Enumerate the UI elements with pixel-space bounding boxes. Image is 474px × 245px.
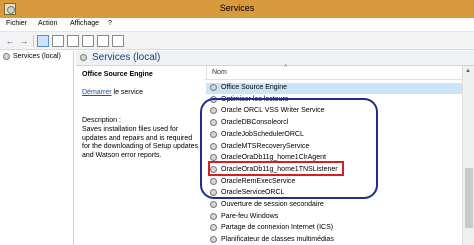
service-row[interactable]: Office Source Engine: [206, 83, 462, 94]
window-title: Services: [219, 3, 255, 13]
title-bar: Services: [0, 0, 474, 18]
forward-arrow-icon[interactable]: →: [18, 35, 30, 47]
console-tree-icon[interactable]: [37, 35, 49, 47]
extended-view-icon[interactable]: [112, 35, 124, 47]
service-row[interactable]: OracleJobSchedulerORCL: [206, 130, 462, 141]
service-row[interactable]: Oracle ORCL VSS Writer Service: [206, 106, 462, 117]
service-row[interactable]: OracleOraDb11g_home1ClrAgent: [206, 153, 462, 164]
service-row[interactable]: Pare-feu Windows: [206, 212, 462, 223]
gear-icon: [210, 107, 217, 115]
services-list: ˄ Nom Office Source Engine Optimiser les …: [204, 64, 462, 245]
service-name: Optimiser les lecteurs: [221, 95, 289, 103]
service-row[interactable]: OracleOraDb11g_home1TNSListener: [206, 165, 462, 176]
services-header: Services (local): [76, 51, 474, 66]
menu-action[interactable]: Action: [38, 20, 57, 27]
gear-icon: [210, 236, 217, 244]
gear-icon: [210, 177, 217, 185]
sort-up-icon: ˄: [284, 64, 288, 70]
selected-service-name: Office Source Engine: [82, 71, 153, 78]
service-name: Oracle ORCL VSS Writer Service: [221, 107, 325, 115]
service-row[interactable]: OracleMTSRecoveryService: [206, 142, 462, 153]
service-row[interactable]: OracleServiceORCL: [206, 188, 462, 199]
gear-icon: [80, 54, 87, 61]
console-view-icon[interactable]: [52, 35, 64, 47]
gear-icon: [210, 165, 217, 173]
service-name: OracleMTSRecoveryService: [221, 142, 310, 150]
console-tree: Services (local): [0, 51, 74, 245]
scrollbar-thumb[interactable]: [465, 168, 473, 228]
service-name: Office Source Engine: [221, 84, 288, 91]
service-name: OracleJobSchedulerORCL: [221, 130, 304, 138]
gear-icon: [210, 224, 217, 232]
toolbar-separator: [33, 35, 34, 47]
gear-icon: [3, 53, 10, 60]
service-row[interactable]: OracleDBConsoleorcl: [206, 118, 462, 129]
service-name: Partage de connexion Internet (ICS): [221, 224, 334, 232]
service-name: OracleOraDb11g_home1TNSListener: [221, 165, 338, 173]
gear-icon: [210, 130, 217, 138]
service-row[interactable]: OracleRemExecService: [206, 177, 462, 188]
menu-fichier[interactable]: Fichier: [6, 20, 27, 27]
description-text: Saves installation files used for update…: [82, 126, 198, 159]
service-name: Planificateur de classes multimédias: [221, 236, 334, 244]
service-row[interactable]: Ouverture de session secondaire: [206, 200, 462, 211]
gear-icon: [210, 142, 217, 150]
service-row[interactable]: Optimiser les lecteurs: [206, 95, 462, 106]
vertical-scrollbar[interactable]: ▲: [462, 66, 474, 245]
service-name: OracleServiceORCL: [221, 189, 285, 197]
properties-icon[interactable]: [82, 35, 94, 47]
service-detail-pane: Office Source Engine Démarrer le service…: [76, 66, 204, 245]
scroll-up-icon[interactable]: ▲: [465, 68, 471, 74]
gear-icon: [210, 84, 217, 91]
back-arrow-icon[interactable]: ←: [4, 35, 16, 47]
gear-icon: [210, 189, 217, 197]
service-name: OracleRemExecService: [221, 177, 296, 185]
gear-icon: [210, 119, 217, 127]
menu-affichage[interactable]: Affichage: [70, 20, 99, 27]
menu-help[interactable]: ?: [108, 20, 112, 27]
start-service-link[interactable]: Démarrer: [82, 89, 112, 96]
service-row[interactable]: Planificateur de classes multimédias: [206, 235, 462, 245]
toolbar: ← →: [0, 32, 474, 50]
start-service-line: Démarrer le service: [82, 89, 143, 96]
start-service-suffix: le service: [111, 89, 144, 96]
column-divider: [206, 66, 207, 80]
description-label: Description :: [82, 117, 121, 124]
service-name: Ouverture de session secondaire: [221, 201, 324, 208]
service-name: Pare-feu Windows: [221, 212, 279, 220]
gear-icon: [210, 154, 217, 162]
tree-item-services-local[interactable]: Services (local): [3, 53, 61, 63]
tree-item-label: Services (local): [13, 53, 61, 60]
refresh-icon[interactable]: [67, 35, 79, 47]
help-icon[interactable]: [97, 35, 109, 47]
service-name: OracleOraDb11g_home1ClrAgent: [221, 154, 326, 162]
gear-icon: [210, 95, 217, 103]
gear-icon: [210, 212, 217, 220]
gear-icon: [210, 201, 217, 208]
service-name: OracleDBConsoleorcl: [221, 119, 289, 127]
page-title: Services (local): [92, 52, 161, 63]
column-header: ˄ Nom: [204, 64, 462, 80]
menu-bar: Fichier Action Affichage ?: [0, 18, 474, 32]
column-header-name[interactable]: Nom: [212, 69, 227, 76]
service-row[interactable]: Partage de connexion Internet (ICS): [206, 223, 462, 234]
